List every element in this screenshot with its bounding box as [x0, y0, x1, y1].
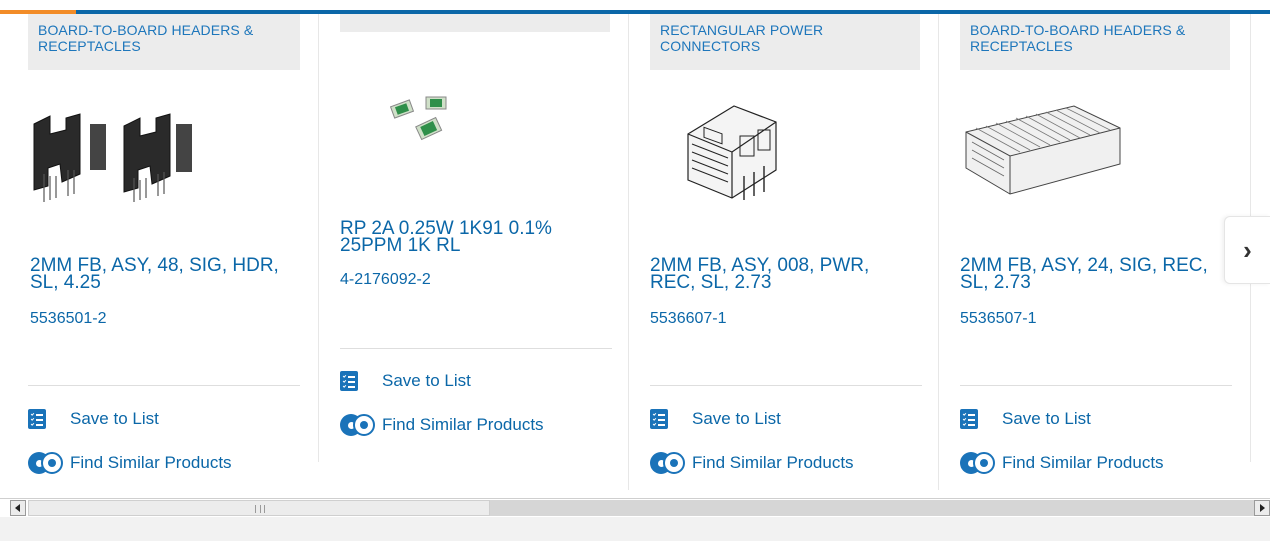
horizontal-scrollbar[interactable]: [0, 498, 1270, 516]
find-similar-label: Find Similar Products: [70, 453, 232, 472]
list-icon: [340, 371, 358, 391]
divider: [650, 385, 922, 386]
divider: [340, 348, 612, 349]
find-similar-label: Find Similar Products: [382, 415, 544, 434]
scrollbar-thumb[interactable]: [28, 500, 490, 516]
chip-resistor-image[interactable]: [389, 95, 454, 141]
gears-icon: [340, 413, 376, 437]
product-card: BOARD-TO-BOARD HEADERS & RECEPTACLES 2MM…: [930, 0, 1240, 490]
product-title[interactable]: 2MM FB, ASY, 48, SIG, HDR, SL, 4.25: [30, 256, 290, 292]
product-card: RP 2A 0.25W 1K91 0.1% 25PPM 1K RL 4-2176…: [310, 0, 620, 490]
gears-icon: [28, 451, 64, 475]
product-title[interactable]: RP 2A 0.25W 1K91 0.1% 25PPM 1K RL: [340, 219, 600, 255]
product-card: BOARD-TO-BOARD HEADERS & RECEPTACLES 2MM…: [0, 0, 310, 490]
product-card: RECTANGULAR POWER CONNECTORS 2MM FB, ASY…: [620, 0, 930, 490]
list-icon: [28, 409, 46, 429]
category-label[interactable]: [340, 14, 610, 32]
category-label[interactable]: RECTANGULAR POWER CONNECTORS: [650, 14, 920, 70]
divider: [960, 385, 1232, 386]
grip-icon: [255, 505, 265, 513]
power-connector-image[interactable]: [684, 96, 788, 204]
save-to-list-label: Save to List: [70, 409, 159, 428]
product-title[interactable]: 2MM FB, ASY, 24, SIG, REC, SL, 2.73: [960, 256, 1220, 292]
connector-header-image[interactable]: [30, 104, 200, 204]
chevron-right-icon: ›: [1243, 234, 1252, 265]
divider: [28, 385, 300, 386]
save-to-list-label: Save to List: [1002, 409, 1091, 428]
save-to-list-label: Save to List: [382, 371, 471, 390]
category-label[interactable]: BOARD-TO-BOARD HEADERS & RECEPTACLES: [28, 14, 300, 70]
list-icon: [650, 409, 668, 429]
part-number[interactable]: 5536607-1: [650, 310, 727, 328]
save-to-list-label: Save to List: [692, 409, 781, 428]
find-similar-button[interactable]: Find Similar Products: [340, 414, 544, 436]
save-to-list-button[interactable]: Save to List: [340, 370, 471, 392]
save-to-list-button[interactable]: Save to List: [650, 408, 781, 430]
find-similar-button[interactable]: Find Similar Products: [28, 452, 232, 474]
part-number[interactable]: 5536501-2: [30, 310, 107, 328]
gears-icon: [960, 451, 996, 475]
save-to-list-button[interactable]: Save to List: [960, 408, 1091, 430]
receptacle-image[interactable]: [964, 102, 1124, 198]
carousel-next-button[interactable]: ›: [1224, 216, 1270, 284]
find-similar-button[interactable]: Find Similar Products: [650, 452, 854, 474]
product-title[interactable]: 2MM FB, ASY, 008, PWR, REC, SL, 2.73: [650, 256, 910, 292]
list-icon: [960, 409, 978, 429]
save-to-list-button[interactable]: Save to List: [28, 408, 159, 430]
part-number[interactable]: 5536507-1: [960, 310, 1037, 328]
find-similar-button[interactable]: Find Similar Products: [960, 452, 1164, 474]
category-label[interactable]: BOARD-TO-BOARD HEADERS & RECEPTACLES: [960, 14, 1230, 70]
footer-area: [0, 517, 1270, 541]
gears-icon: [650, 451, 686, 475]
part-number[interactable]: 4-2176092-2: [340, 271, 431, 289]
scroll-left-icon[interactable]: [10, 500, 26, 516]
find-similar-label: Find Similar Products: [1002, 453, 1164, 472]
scroll-right-icon[interactable]: [1254, 500, 1270, 516]
find-similar-label: Find Similar Products: [692, 453, 854, 472]
